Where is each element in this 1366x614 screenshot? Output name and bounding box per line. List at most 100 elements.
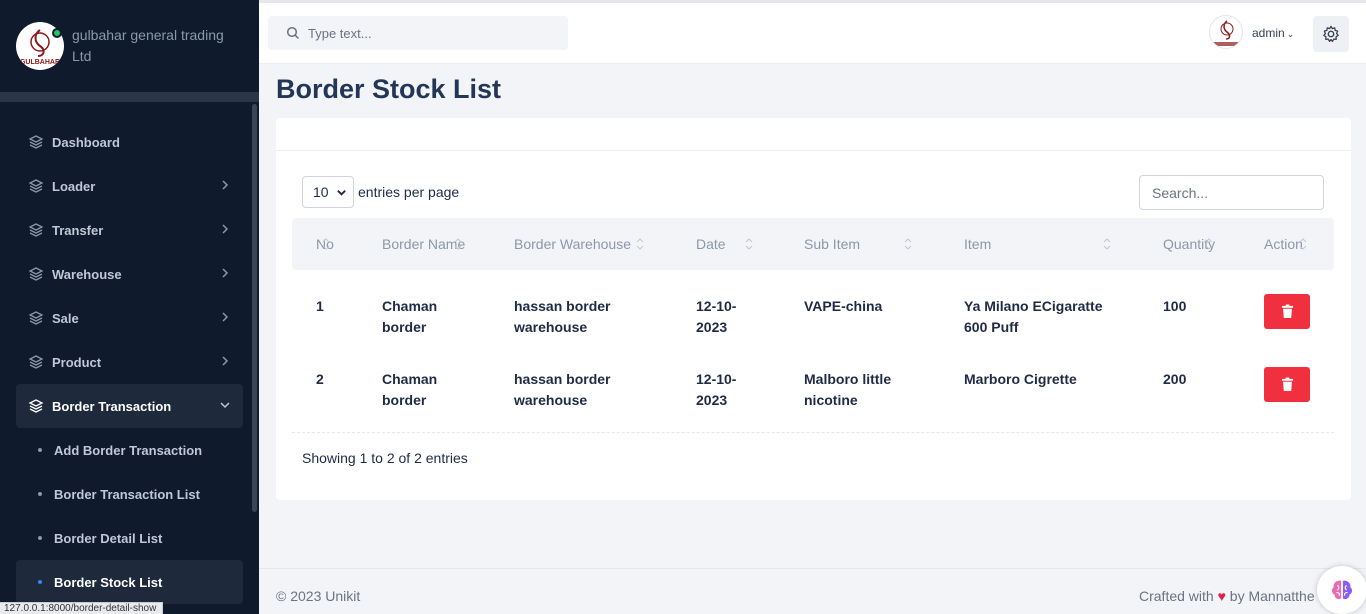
- column-header-border-name[interactable]: Border Name: [382, 218, 465, 270]
- cell-sub-item: Malboro little nicotine: [804, 371, 892, 408]
- sidebar-menu: Dashboard Loader Transfer Warehouse Sale…: [16, 120, 243, 604]
- brand-name: gulbahar general trading Ltd: [72, 27, 224, 64]
- cell-warehouse: hassan border warehouse: [514, 371, 611, 408]
- topbar: Type text... admin ⌄: [259, 0, 1366, 64]
- brain-icon: [1331, 580, 1353, 600]
- sort-icon: [322, 238, 330, 250]
- sidebar-scrollbar[interactable]: [252, 104, 257, 512]
- bullet-icon: [38, 492, 42, 496]
- sidebar: GULBAHAR gulbahar general trading Ltd Da…: [0, 0, 259, 614]
- gear-icon: [1323, 25, 1339, 43]
- status-bar-url: 127.0.0.1:8000/border-detail-show: [0, 602, 164, 614]
- online-status-dot: [52, 28, 62, 38]
- global-search-input[interactable]: Type text...: [268, 16, 568, 50]
- global-search-placeholder: Type text...: [308, 25, 372, 41]
- sidebar-subitem-border-transaction-list[interactable]: Border Transaction List: [16, 472, 243, 516]
- delete-button[interactable]: [1264, 367, 1310, 402]
- layers-icon: [28, 178, 44, 194]
- brand[interactable]: GULBAHAR gulbahar general trading Ltd: [0, 0, 259, 92]
- chevron-right-icon: [222, 268, 229, 278]
- cell-warehouse: hassan border warehouse: [514, 298, 611, 335]
- cell-sub-item: VAPE-china: [804, 298, 883, 314]
- heart-icon: ♥: [1217, 588, 1226, 604]
- sidebar-subitem-label: Add Border Transaction: [54, 442, 203, 458]
- sort-icon: [904, 238, 912, 250]
- card-header: [276, 118, 1351, 151]
- sidebar-subitem-border-detail-list[interactable]: Border Detail List: [16, 516, 243, 560]
- sidebar-item-dashboard[interactable]: Dashboard: [16, 120, 243, 164]
- cell-date: 12-10- 2023: [696, 298, 737, 335]
- delete-button[interactable]: [1264, 294, 1310, 329]
- sidebar-subitem-label: Border Stock List: [54, 574, 163, 590]
- table-search-placeholder: Search...: [1152, 184, 1209, 201]
- sidebar-subitem-label: Border Transaction List: [54, 486, 200, 502]
- table-header: No Border Name Border Warehouse Date Sub…: [292, 218, 1334, 270]
- sidebar-subitem-border-stock-list[interactable]: Border Stock List: [16, 560, 243, 604]
- sidebar-divider: [0, 92, 259, 102]
- sidebar-item-label: Warehouse: [52, 266, 122, 282]
- cell-item: Ya Milano ECigaratte 600 Puff: [964, 298, 1103, 335]
- entries-per-page: 10 entries per page: [302, 176, 459, 208]
- column-header-border-warehouse[interactable]: Border Warehouse: [514, 218, 631, 270]
- sidebar-item-sale[interactable]: Sale: [16, 296, 243, 340]
- pagination-info: Showing 1 to 2 of 2 entries: [302, 450, 468, 466]
- sidebar-item-product[interactable]: Product: [16, 340, 243, 384]
- cell-border-name: Chaman border: [382, 371, 438, 408]
- bullet-icon: [38, 448, 42, 452]
- user-menu-toggle[interactable]: admin ⌄: [1252, 26, 1294, 40]
- table-divider: [292, 432, 1334, 433]
- cell-quantity: 100: [1163, 298, 1187, 314]
- sort-icon: [454, 238, 462, 250]
- column-header-sub-item[interactable]: Sub Item: [804, 218, 860, 270]
- avatar[interactable]: [1209, 15, 1243, 49]
- chevron-right-icon: [222, 356, 229, 366]
- cell-date: 12-10- 2023: [696, 371, 737, 408]
- assistant-button[interactable]: [1317, 566, 1366, 614]
- layers-icon: [28, 134, 44, 150]
- chevron-right-icon: [222, 180, 229, 190]
- sidebar-item-border-transaction[interactable]: Border Transaction: [16, 384, 243, 428]
- column-header-item[interactable]: Item: [964, 218, 991, 270]
- chevron-down-icon: ⌄: [1286, 29, 1295, 39]
- sidebar-subitem-add-border-transaction[interactable]: Add Border Transaction: [16, 428, 243, 472]
- sidebar-item-label: Border Transaction: [52, 398, 172, 414]
- table-search-input[interactable]: Search...: [1139, 175, 1324, 210]
- cell-quantity: 200: [1163, 371, 1187, 387]
- cell-border-name: Chaman border: [382, 298, 438, 335]
- sidebar-subitem-label: Border Detail List: [54, 530, 163, 546]
- layers-icon: [28, 398, 44, 414]
- layers-icon: [28, 354, 44, 370]
- footer-credit: Crafted with ♥ by Mannatthe: [1139, 588, 1315, 604]
- sidebar-item-loader[interactable]: Loader: [16, 164, 243, 208]
- chevron-down-icon: [220, 402, 230, 409]
- column-header-action[interactable]: Action: [1264, 218, 1303, 270]
- cell-item: Marboro Cigrette: [964, 371, 1077, 387]
- table-row: 1 Chaman border hassan border warehouse 12…: [292, 280, 1334, 353]
- column-header-date[interactable]: Date: [696, 218, 726, 270]
- page-size-select[interactable]: 10: [302, 176, 354, 208]
- bullet-icon: [38, 580, 42, 584]
- chevron-right-icon: [222, 224, 229, 234]
- sort-icon: [636, 238, 644, 250]
- chevron-down-icon: [337, 189, 346, 196]
- sidebar-item-transfer[interactable]: Transfer: [16, 208, 243, 252]
- footer-copyright: © 2023 Unikit: [276, 588, 361, 604]
- layers-icon: [28, 266, 44, 282]
- sort-icon: [1299, 238, 1307, 250]
- sidebar-item-warehouse[interactable]: Warehouse: [16, 252, 243, 296]
- table-row: 2 Chaman border hassan border warehouse 12…: [292, 353, 1334, 426]
- layers-icon: [28, 222, 44, 238]
- stock-table-card: 10 entries per page Search... No Border …: [276, 118, 1351, 500]
- page-size-value: 10: [313, 184, 329, 200]
- svg-text:GULBAHAR: GULBAHAR: [20, 59, 60, 66]
- sidebar-item-label: Transfer: [52, 222, 104, 238]
- cell-no: 1: [316, 298, 324, 314]
- sort-icon: [1205, 238, 1213, 250]
- sidebar-item-label: Loader: [52, 178, 96, 194]
- sidebar-item-label: Dashboard: [52, 134, 120, 150]
- settings-button[interactable]: [1313, 16, 1349, 52]
- sidebar-item-label: Product: [52, 354, 102, 370]
- trash-icon: [1281, 304, 1293, 318]
- sidebar-item-label: Sale: [52, 310, 79, 326]
- bullet-icon: [38, 536, 42, 540]
